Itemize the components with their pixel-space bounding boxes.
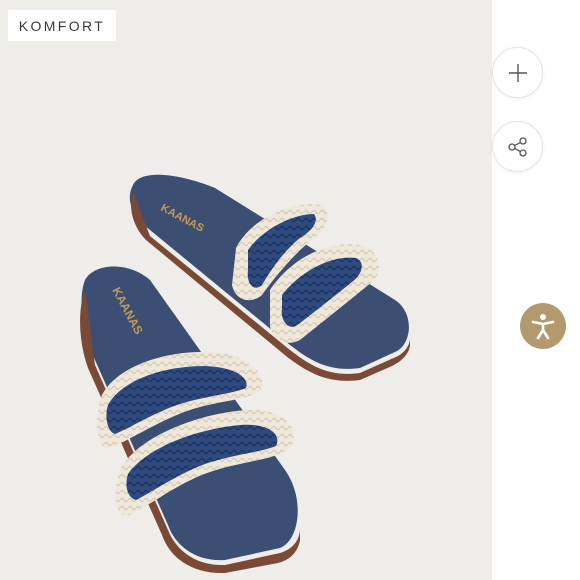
plus-icon <box>507 62 529 84</box>
accessibility-icon <box>528 311 558 341</box>
accessibility-button[interactable] <box>520 303 566 349</box>
share-icon <box>507 136 529 158</box>
brand-badge: KOMFORT <box>8 10 116 41</box>
share-button[interactable] <box>492 121 543 172</box>
add-button[interactable] <box>492 47 543 98</box>
product-photo: KAANAS KAANAS <box>0 0 492 580</box>
sandals-image: KAANAS KAANAS <box>80 174 410 574</box>
